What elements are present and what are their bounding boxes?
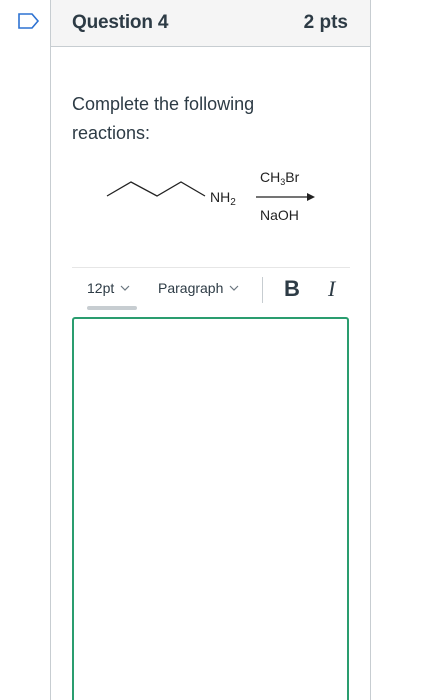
reagent-below: NaOH	[260, 207, 299, 223]
font-size-value: 12pt	[87, 280, 115, 296]
question-text: Complete the following reactions:	[72, 94, 255, 143]
reaction-scheme: NH2 CH3Br NaOH	[106, 169, 315, 223]
block-format-value: Paragraph	[158, 280, 224, 296]
question-flag-column	[0, 0, 50, 700]
block-format-dropdown[interactable]: Paragraph	[158, 280, 239, 296]
bold-button[interactable]: B	[284, 276, 300, 302]
editor-toolbar: 12pt Paragraph B I	[72, 267, 350, 311]
question-header: Question 4 2 pts	[51, 0, 370, 47]
reaction-arrow-head	[307, 193, 315, 201]
font-size-dropdown[interactable]: 12pt	[87, 280, 130, 296]
question-card: Question 4 2 pts Complete the following …	[50, 0, 371, 700]
question-points: 2 pts	[303, 12, 348, 33]
reagent-above: CH3Br	[260, 169, 300, 187]
italic-button[interactable]: I	[328, 276, 335, 302]
chevron-down-icon	[229, 285, 239, 291]
toolbar-focus-indicator	[87, 306, 137, 310]
carbon-chain-skeleton	[106, 181, 206, 197]
bookmark-flag-icon[interactable]	[17, 12, 41, 30]
answer-text-editor[interactable]	[72, 317, 349, 700]
chevron-down-icon	[120, 285, 130, 291]
toolbar-divider	[262, 277, 263, 303]
question-title: Question 4	[72, 12, 169, 33]
amine-group-label: NH2	[210, 189, 236, 208]
